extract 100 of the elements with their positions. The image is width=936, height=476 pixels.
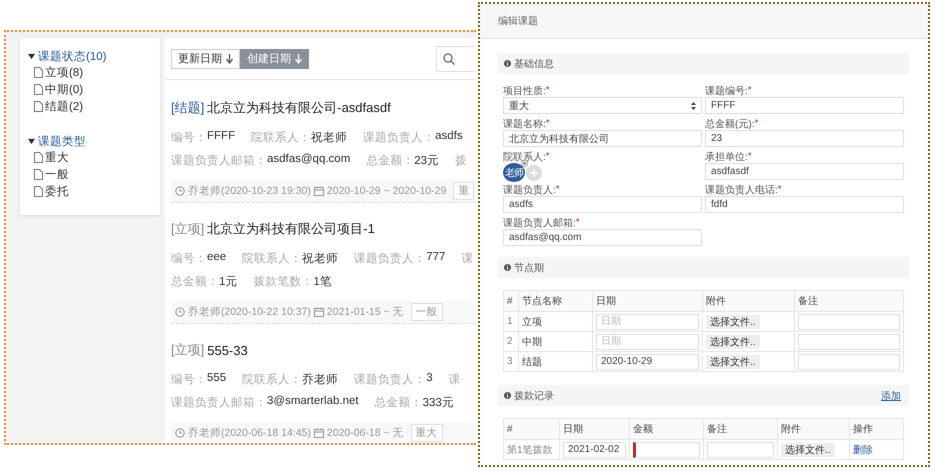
field-label: 编号： bbox=[171, 252, 207, 266]
required-mark: * bbox=[546, 118, 550, 129]
status-label: [立项] bbox=[171, 220, 204, 238]
type-tag: 一般 bbox=[410, 303, 443, 321]
required-mark: * bbox=[546, 151, 550, 162]
add-button[interactable] bbox=[526, 164, 542, 180]
file-button[interactable]: 选择文件.. bbox=[781, 442, 835, 456]
type-tag: 重大 bbox=[410, 424, 443, 442]
field-value: 3 bbox=[426, 372, 433, 386]
table-header-cell: 操作 bbox=[850, 418, 904, 440]
note-field[interactable] bbox=[707, 442, 774, 458]
field-label: 拨款笔数： bbox=[253, 274, 314, 288]
text-field[interactable]: asdfas@qq.com bbox=[503, 229, 702, 246]
file-icon bbox=[34, 67, 43, 78]
select-field[interactable]: 重大 bbox=[503, 97, 702, 114]
date-range: 2021-01-15 ~ 无 bbox=[326, 305, 404, 319]
date-field[interactable]: 2020-10-29 bbox=[596, 354, 699, 370]
section-title: 节点期 bbox=[514, 262, 544, 274]
arrow-down-icon bbox=[295, 54, 302, 64]
table-cell: 立项 bbox=[518, 312, 592, 332]
table-header-cell: 节点名称 bbox=[518, 290, 592, 312]
creator-text: 乔老师(2020-10-22 10:37) bbox=[188, 305, 311, 319]
field-label: 课题名称: bbox=[503, 118, 546, 130]
calendar-icon bbox=[314, 428, 324, 438]
table-header-cell: 备注 bbox=[704, 418, 778, 440]
file-button[interactable]: 选择文件.. bbox=[706, 354, 760, 368]
field-label: 课题负责人邮箱: bbox=[503, 216, 576, 230]
filter-item[interactable]: 重大 bbox=[28, 149, 69, 166]
filter-item[interactable]: 立项(8) bbox=[28, 64, 84, 81]
search-field[interactable] bbox=[436, 46, 476, 72]
file-button[interactable]: 选择文件.. bbox=[706, 334, 760, 348]
close-icon bbox=[521, 160, 528, 167]
status-label: [结题] bbox=[171, 99, 204, 117]
date-field[interactable]: 日期 bbox=[596, 314, 699, 330]
table-cell: 中期 bbox=[518, 332, 592, 352]
field-label: 课题负责人： bbox=[354, 372, 426, 386]
type-tag: 重 bbox=[453, 182, 474, 200]
clock-icon bbox=[175, 307, 185, 317]
filter-item[interactable]: 委托 bbox=[28, 183, 69, 200]
table-header-cell: 附件 bbox=[702, 290, 794, 312]
note-field[interactable] bbox=[798, 354, 900, 370]
project-title[interactable]: 555-33 bbox=[207, 342, 248, 358]
calendar-icon bbox=[314, 186, 324, 196]
plus-icon bbox=[530, 168, 538, 176]
project-title[interactable]: 北京立为科技有限公司-asdfasdf bbox=[207, 99, 391, 117]
field-value: 333元 bbox=[422, 396, 454, 410]
note-field[interactable] bbox=[798, 334, 900, 350]
table-header-cell: 日期 bbox=[592, 290, 702, 312]
table-cell: 1 bbox=[504, 312, 518, 332]
field-label: 编号： bbox=[171, 130, 207, 144]
field-label: 院联系人: bbox=[503, 150, 546, 164]
info-icon bbox=[504, 392, 511, 399]
file-button[interactable]: 选择文件.. bbox=[706, 314, 760, 328]
text-field[interactable]: fdfd bbox=[705, 196, 904, 213]
text-field[interactable]: asdfs bbox=[503, 196, 702, 213]
table-cell: 第1笔拨款 bbox=[504, 440, 560, 460]
field-label: 课题负责人： bbox=[363, 130, 436, 144]
field-value: 祝老师 bbox=[311, 130, 348, 144]
filter-item[interactable]: 结题(2) bbox=[28, 98, 84, 115]
category-heading[interactable]: 课题类型 bbox=[38, 134, 86, 148]
filter-item[interactable]: 中期(0) bbox=[28, 81, 84, 98]
arrow-down-icon bbox=[226, 54, 233, 64]
file-icon bbox=[34, 186, 43, 197]
required-mark: * bbox=[748, 85, 752, 96]
field-label: 承担单位: bbox=[705, 150, 748, 164]
field-value: 555 bbox=[207, 372, 226, 386]
required-mark: * bbox=[748, 151, 752, 162]
dialog-title: 编辑课题 bbox=[498, 14, 538, 28]
field-label: 总金额： bbox=[374, 396, 423, 410]
text-field[interactable]: 23 bbox=[705, 130, 904, 147]
field-label: 编号： bbox=[171, 372, 207, 386]
avatar[interactable]: 老师 bbox=[503, 163, 525, 182]
amount-field[interactable] bbox=[633, 442, 700, 458]
text-field[interactable]: asdfasdf bbox=[705, 163, 904, 180]
section-title: 基础信息 bbox=[514, 58, 554, 70]
text-field[interactable]: 北京立为科技有限公司 bbox=[503, 130, 702, 147]
sort-button[interactable]: 更新日期 bbox=[171, 48, 240, 68]
field-label: 院联系人： bbox=[251, 130, 312, 144]
field-value: 23元 bbox=[414, 154, 440, 168]
field-label: 院联系人： bbox=[242, 251, 302, 266]
date-field[interactable]: 2021-02-02 bbox=[563, 442, 626, 458]
field-value: 1笔 bbox=[313, 274, 332, 288]
add-link[interactable]: 添加 bbox=[881, 388, 901, 402]
table-header-cell: 金额 bbox=[630, 418, 704, 440]
required-mark: * bbox=[556, 184, 560, 195]
creator-text: 乔老师(2020-10-23 19:30) bbox=[188, 184, 311, 198]
project-title[interactable]: 北京立为科技有限公司项目-1 bbox=[207, 220, 375, 238]
category-heading[interactable]: 课题状态(10) bbox=[38, 48, 106, 64]
date-field[interactable]: 日期 bbox=[596, 334, 699, 350]
required-mark: * bbox=[546, 85, 550, 96]
text-field[interactable]: FFFF bbox=[705, 97, 904, 114]
field-value: 1元 bbox=[219, 274, 238, 288]
table-cell: 2 bbox=[504, 332, 518, 352]
note-field[interactable] bbox=[798, 314, 900, 330]
info-icon bbox=[504, 264, 511, 271]
field-label: 院联系人： bbox=[242, 372, 302, 386]
filter-item[interactable]: 一般 bbox=[28, 166, 69, 183]
field-label: 项目性质: bbox=[503, 84, 546, 98]
creator-text: 乔老师(2020-06-18 14:45) bbox=[188, 426, 311, 440]
status-label: [立项] bbox=[171, 341, 204, 359]
